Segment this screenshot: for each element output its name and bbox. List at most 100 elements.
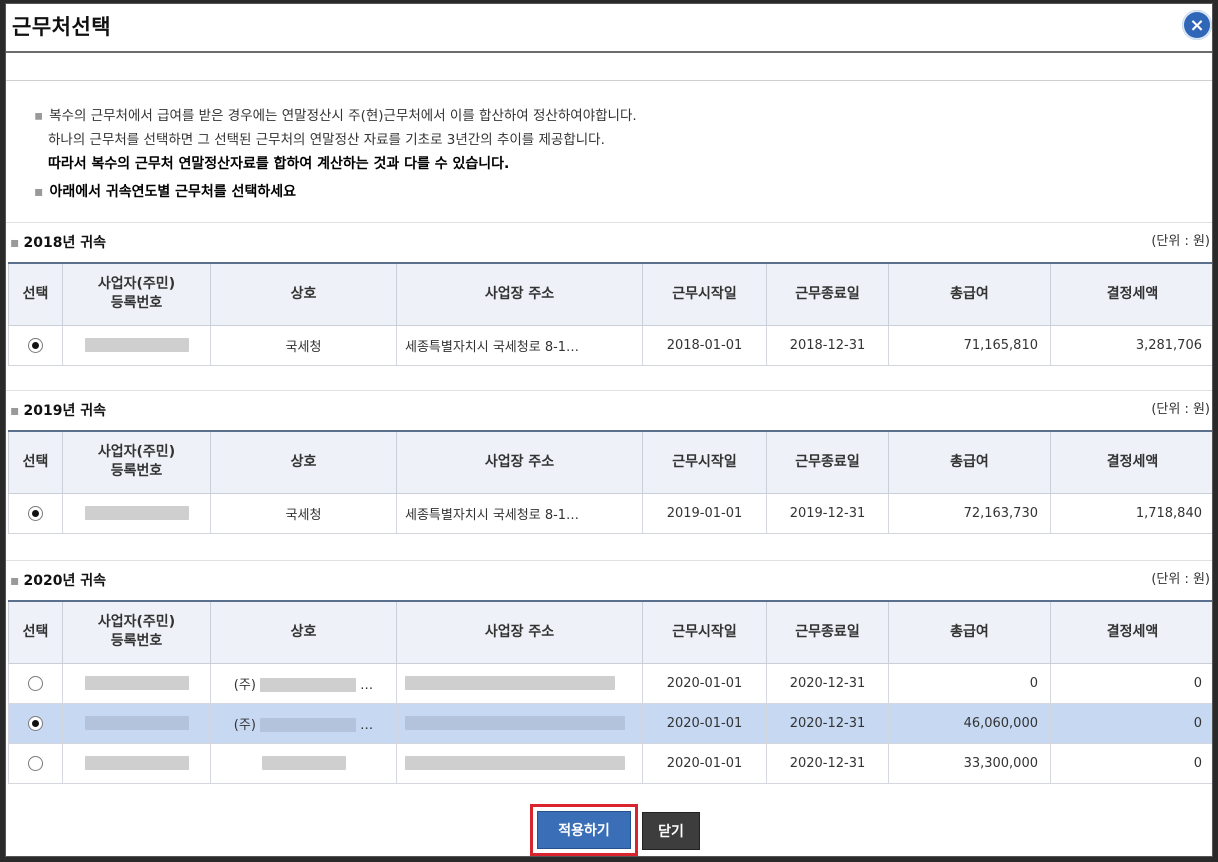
company-prefix: (주): [233, 677, 256, 693]
col-address: 사업장 주소: [396, 600, 643, 664]
col-select: 선택: [8, 600, 63, 664]
start-cell: 2019-01-01: [642, 492, 767, 534]
col-select: 선택: [8, 262, 63, 326]
bullet-icon: ▪: [10, 235, 20, 251]
col-company: 상호: [210, 430, 397, 494]
col-end: 근무종료일: [766, 430, 889, 494]
start-cell: 2020-01-01: [642, 742, 767, 784]
section-title-text: 2019년 귀속: [23, 403, 106, 419]
radio-button[interactable]: [28, 715, 43, 731]
start-cell: 2020-01-01: [642, 702, 767, 744]
redacted-mask: [260, 678, 357, 692]
redacted-mask: [84, 506, 189, 520]
radio-button[interactable]: [28, 675, 43, 691]
company-cell: 국세청: [210, 324, 397, 366]
col-start: 근무시작일: [642, 262, 767, 326]
notice-line-4-text: 아래에서 귀속연도별 근무처를 선택하세요: [49, 184, 296, 200]
section-title-2018: ▪ 2018년 귀속: [10, 232, 106, 252]
total-pay-cell: 33,300,000: [888, 742, 1051, 784]
col-address: 사업장 주소: [396, 262, 643, 326]
company-cell: [210, 742, 397, 784]
table-row[interactable]: (주) … 2020-01-01 2020-12-31 46,060,000 0: [8, 702, 1212, 744]
dialog-title: 근무처선택: [12, 15, 112, 39]
redacted-mask: [84, 716, 189, 730]
biz-no-cell: [62, 702, 211, 744]
col-biz-no-line2: 등록번호: [110, 633, 163, 650]
divider: [6, 80, 1212, 81]
bullet-icon: ▪: [34, 108, 44, 124]
biz-no-cell: [62, 324, 211, 366]
col-start: 근무시작일: [642, 430, 767, 494]
end-cell: 2019-12-31: [766, 492, 889, 534]
table-2020: 선택 사업자(주민) 등록번호 상호 사업장 주소 근무시작일 근무종료일 총급여…: [8, 600, 1212, 784]
tax-cell: 3,281,706: [1050, 324, 1212, 366]
col-biz-no-line1: 사업자(주민): [97, 614, 176, 631]
close-button[interactable]: 닫기: [642, 812, 700, 850]
end-cell: 2020-12-31: [766, 702, 889, 744]
col-tax: 결정세액: [1050, 600, 1212, 664]
col-tax: 결정세액: [1050, 262, 1212, 326]
select-cell[interactable]: [8, 742, 63, 784]
table-header-row: 선택 사업자(주민) 등록번호 상호 사업장 주소 근무시작일 근무종료일 총급여…: [8, 430, 1212, 494]
col-biz-no-line1: 사업자(주민): [97, 444, 176, 461]
radio-button[interactable]: [28, 755, 43, 771]
table-row[interactable]: (주) … 2020-01-01 2020-12-31 0 0: [8, 662, 1212, 704]
address-cell: [396, 742, 643, 784]
unit-label: (단위 : 원): [1151, 572, 1210, 587]
radio-button[interactable]: [28, 337, 43, 353]
company-cell: (주) …: [210, 662, 397, 704]
col-tax: 결정세액: [1050, 430, 1212, 494]
section-title-2020: ▪ 2020년 귀속: [10, 570, 106, 590]
start-cell: 2018-01-01: [642, 324, 767, 366]
total-pay-cell: 0: [888, 662, 1051, 704]
col-biz-no: 사업자(주민) 등록번호: [62, 262, 211, 326]
notice-line-3: 따라서 복수의 근무처 연말정산자료를 합하여 계산하는 것과 다를 수 있습니…: [48, 156, 510, 172]
col-total-pay: 총급여: [888, 600, 1051, 664]
redacted-mask: [261, 756, 346, 770]
end-cell: 2018-12-31: [766, 324, 889, 366]
table-header-row: 선택 사업자(주민) 등록번호 상호 사업장 주소 근무시작일 근무종료일 총급여…: [8, 600, 1212, 664]
redacted-mask: [405, 676, 615, 690]
redacted-mask: [84, 676, 189, 690]
notice-line-1-text: 복수의 근무처에서 급여를 받은 경우에는 연말정산시 주(현)근무처에서 이를…: [49, 108, 637, 124]
redacted-mask: [405, 756, 625, 770]
bullet-icon: ▪: [10, 403, 20, 419]
table-row[interactable]: 2020-01-01 2020-12-31 33,300,000 0: [8, 742, 1212, 784]
section-divider: [6, 222, 1212, 223]
col-select: 선택: [8, 430, 63, 494]
col-biz-no-line2: 등록번호: [110, 295, 163, 312]
total-pay-cell: 71,165,810: [888, 324, 1051, 366]
apply-button[interactable]: 적용하기: [537, 811, 631, 849]
apply-button-highlight: 적용하기: [530, 804, 638, 856]
total-pay-cell: 46,060,000: [888, 702, 1051, 744]
section-title-text: 2018년 귀속: [23, 235, 106, 251]
select-cell[interactable]: [8, 662, 63, 704]
address-cell: [396, 662, 643, 704]
biz-no-cell: [62, 742, 211, 784]
radio-button[interactable]: [28, 505, 43, 521]
bullet-icon: ▪: [10, 573, 20, 589]
select-cell[interactable]: [8, 492, 63, 534]
bullet-icon: ▪: [34, 184, 44, 200]
select-cell[interactable]: [8, 702, 63, 744]
col-total-pay: 총급여: [888, 262, 1051, 326]
address-cell: 세종특별자치시 국세청로 8-1…: [396, 492, 643, 534]
close-icon[interactable]: ×: [1182, 10, 1212, 40]
col-end: 근무종료일: [766, 262, 889, 326]
address-cell: 세종특별자치시 국세청로 8-1…: [396, 324, 643, 366]
tax-cell: 0: [1050, 662, 1212, 704]
total-pay-cell: 72,163,730: [888, 492, 1051, 534]
biz-no-cell: [62, 492, 211, 534]
section-divider: [6, 560, 1212, 561]
table-row[interactable]: 국세청 세종특별자치시 국세청로 8-1… 2019-01-01 2019-12…: [8, 492, 1212, 534]
col-biz-no-line1: 사업자(주민): [97, 276, 176, 293]
workplace-select-dialog: 근무처선택 × ▪ 복수의 근무처에서 급여를 받은 경우에는 연말정산시 주(현…: [5, 3, 1213, 857]
col-address: 사업장 주소: [396, 430, 643, 494]
dialog-titlebar: 근무처선택 ×: [6, 4, 1212, 53]
redacted-mask: [84, 338, 189, 352]
col-biz-no: 사업자(주민) 등록번호: [62, 430, 211, 494]
notice-line-1: ▪ 복수의 근무처에서 급여를 받은 경우에는 연말정산시 주(현)근무처에서 이…: [34, 104, 637, 128]
company-cell: 국세청: [210, 492, 397, 534]
select-cell[interactable]: [8, 324, 63, 366]
table-row[interactable]: 국세청 세종특별자치시 국세청로 8-1… 2018-01-01 2018-12…: [8, 324, 1212, 366]
